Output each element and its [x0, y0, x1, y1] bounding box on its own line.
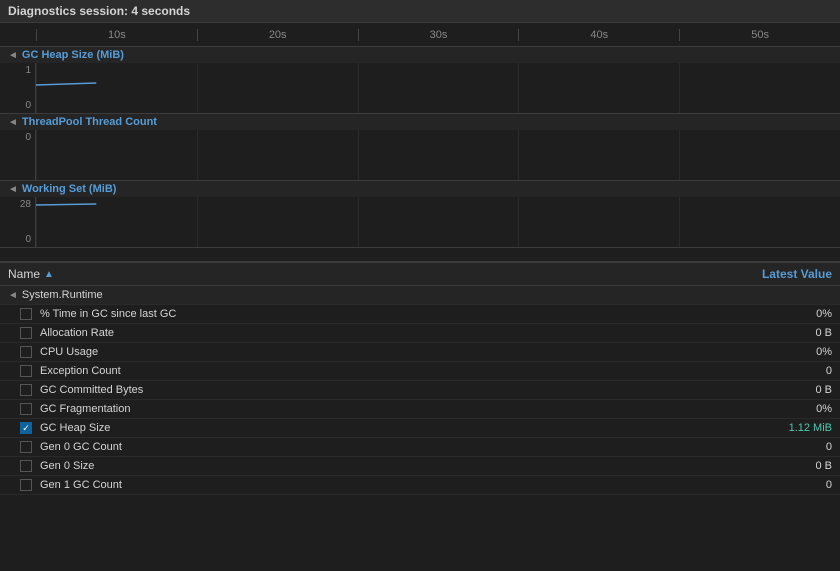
metrics-table: Name ▲ Latest Value ◄ System.Runtime % T… [0, 263, 840, 571]
checkbox-gc-heap-size[interactable] [20, 422, 32, 434]
table-row[interactable]: Exception Count 0 [0, 362, 840, 381]
ruler-mark-20s: 20s [197, 29, 358, 41]
working-set-canvas [36, 197, 840, 247]
working-set-y-axis: 28 0 [0, 197, 36, 247]
sort-arrow-icon: ▲ [44, 269, 54, 280]
tp-grid-1 [36, 130, 197, 180]
tp-grid-4 [518, 130, 679, 180]
gc-heap-canvas [36, 63, 840, 113]
timeline-ruler: 10s 20s 30s 40s 50s [0, 23, 840, 47]
checkbox-gc-committed-bytes[interactable] [20, 384, 32, 396]
threadpool-grid [36, 130, 840, 180]
gc-heap-y-axis: 1 0 [0, 63, 36, 113]
table-header: Name ▲ Latest Value [0, 263, 840, 286]
ruler-mark-30s: 30s [358, 29, 519, 41]
charts-area: 10s 20s 30s 40s 50s ◄ GC Heap Size (MiB)… [0, 23, 840, 263]
checkbox-gen0-size[interactable] [20, 460, 32, 472]
table-row[interactable]: Gen 1 GC Count 0 [0, 476, 840, 495]
threadpool-body: 0 [0, 130, 840, 180]
checkbox-gc-fragmentation[interactable] [20, 403, 32, 415]
table-row[interactable]: GC Committed Bytes 0 B [0, 381, 840, 400]
col-value-header: Latest Value [712, 267, 832, 281]
table-row[interactable]: % Time in GC since last GC 0% [0, 305, 840, 324]
diagnostics-header: Diagnostics session: 4 seconds [0, 0, 840, 23]
gc-heap-size-label[interactable]: ◄ GC Heap Size (MiB) [0, 47, 840, 63]
table-row[interactable]: CPU Usage 0% [0, 343, 840, 362]
working-set-arrow: ◄ [8, 184, 18, 195]
ruler-marks: 10s 20s 30s 40s 50s [36, 29, 840, 41]
ruler-mark-10s: 10s [36, 29, 197, 41]
working-set-svg [36, 197, 840, 247]
gc-heap-arrow: ◄ [8, 50, 18, 61]
group-arrow-icon: ◄ [8, 290, 18, 301]
tp-grid-5 [679, 130, 840, 180]
checkbox-allocation-rate[interactable] [20, 327, 32, 339]
tp-grid-3 [358, 130, 519, 180]
working-set-section: ◄ Working Set (MiB) 28 0 [0, 181, 840, 248]
checkbox-time-in-gc[interactable] [20, 308, 32, 320]
threadpool-y-axis: 0 [0, 130, 36, 180]
table-row[interactable]: GC Fragmentation 0% [0, 400, 840, 419]
working-set-label[interactable]: ◄ Working Set (MiB) [0, 181, 840, 197]
ruler-mark-40s: 40s [518, 29, 679, 41]
col-name-header[interactable]: Name ▲ [8, 267, 712, 281]
tp-grid-2 [197, 130, 358, 180]
table-row[interactable]: GC Heap Size 1.12 MiB [0, 419, 840, 438]
working-set-body: 28 0 [0, 197, 840, 247]
header-title: Diagnostics session: 4 seconds [8, 4, 190, 18]
table-row[interactable]: Allocation Rate 0 B [0, 324, 840, 343]
gc-heap-svg [36, 63, 840, 113]
ruler-mark-50s: 50s [679, 29, 840, 41]
gc-heap-size-section: ◄ GC Heap Size (MiB) 1 0 [0, 47, 840, 114]
checkbox-gen1-gc-count[interactable] [20, 479, 32, 491]
threadpool-arrow: ◄ [8, 117, 18, 128]
threadpool-canvas [36, 130, 840, 180]
gc-heap-size-body: 1 0 [0, 63, 840, 113]
table-row[interactable]: Gen 0 GC Count 0 [0, 438, 840, 457]
checkbox-exception-count[interactable] [20, 365, 32, 377]
threadpool-label[interactable]: ◄ ThreadPool Thread Count [0, 114, 840, 130]
checkbox-cpu-usage[interactable] [20, 346, 32, 358]
table-row[interactable]: Gen 0 Size 0 B [0, 457, 840, 476]
threadpool-section: ◄ ThreadPool Thread Count 0 [0, 114, 840, 181]
checkbox-gen0-gc-count[interactable] [20, 441, 32, 453]
group-system-runtime[interactable]: ◄ System.Runtime [0, 286, 840, 305]
